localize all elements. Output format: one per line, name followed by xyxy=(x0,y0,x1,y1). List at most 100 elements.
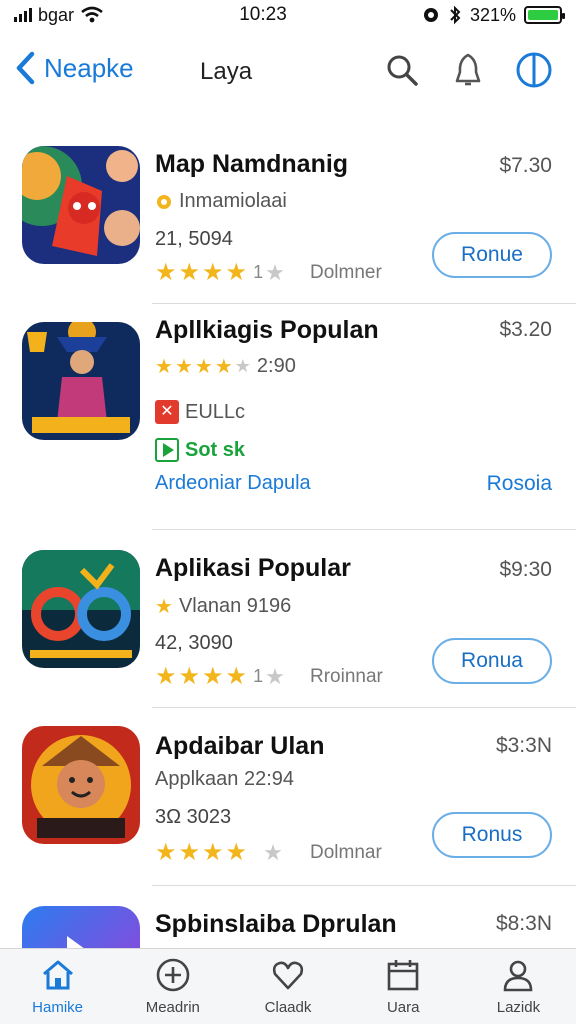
developer-link[interactable]: Ardeoniar Dapula xyxy=(155,472,311,495)
badge-red-label: EULLc xyxy=(185,400,246,423)
more-link[interactable]: Rosoia xyxy=(487,472,552,496)
star-icon: ★ xyxy=(155,259,177,286)
battery-percent: 321% xyxy=(469,4,516,25)
chevron-left-icon xyxy=(16,51,35,85)
calendar-icon xyxy=(387,960,419,991)
badge-green: Sot sk xyxy=(155,438,245,462)
app-author: Rroinnar xyxy=(310,666,383,687)
download-count: 21, 5094 xyxy=(155,228,233,250)
app-price: $7.30 xyxy=(499,154,552,177)
app-author: Dolmnar xyxy=(310,842,382,863)
get-button[interactable]: Ronue xyxy=(432,232,552,278)
notification-button[interactable] xyxy=(448,50,488,90)
app-icon-image xyxy=(22,146,140,264)
badge-green-label: Sot sk xyxy=(185,438,246,461)
tab-add-label: Meadrin xyxy=(145,999,200,1016)
star-icon: ★ xyxy=(202,259,224,286)
badge-red: ✕ EULLc xyxy=(155,400,245,424)
star-icon: ★ xyxy=(225,259,248,286)
home-icon xyxy=(42,960,73,990)
list-item[interactable]: Aplikasi Popular $9:30 ★ Vlanan 9196 42,… xyxy=(22,530,576,708)
star-rating: ★ ★ ★ ★ 1 ★ xyxy=(155,662,285,691)
tab-add[interactable]: Meadrin xyxy=(115,949,230,1024)
tab-profile[interactable]: Lazidk xyxy=(461,949,576,1024)
tab-home-label: Hamike xyxy=(32,999,84,1016)
list-item[interactable]: Apdaibar Ulan $3:3N Applkaan 22:94 3Ω 30… xyxy=(22,708,576,886)
alarm-icon xyxy=(423,8,438,22)
nav-bar: Neapke Laya xyxy=(0,40,576,102)
back-button[interactable]: Neapke xyxy=(14,50,134,86)
star-icon: ★ xyxy=(225,663,248,690)
star-icon: ★ xyxy=(225,839,248,866)
page-title: Laya xyxy=(200,58,253,85)
carrier-label: bgar xyxy=(38,4,75,25)
get-button[interactable]: Ronus xyxy=(432,812,552,858)
star-icon: ★ xyxy=(194,356,213,378)
star-icon: ★ xyxy=(155,663,177,690)
star-icon: ★ xyxy=(178,663,201,690)
rating-count: 1 xyxy=(253,666,264,686)
tab-favorites[interactable]: Claadk xyxy=(230,949,345,1024)
star-rating: ★ ★ ★ ★ ★ xyxy=(155,838,283,867)
signal-icon xyxy=(14,8,32,22)
app-title: Apdaibar Ulan xyxy=(155,732,325,760)
profile-button[interactable] xyxy=(514,50,554,90)
bluetooth-icon xyxy=(450,5,461,25)
nav-actions xyxy=(382,50,554,90)
star-empty-icon: ★ xyxy=(265,663,285,689)
download-count: 3Ω 3023 xyxy=(155,806,232,828)
app-subtitle-text: Inmamiolaai xyxy=(179,190,287,212)
star-icon: ★ xyxy=(214,356,233,378)
star-rating: ★ ★ ★ ★ ★ 2:90 xyxy=(155,354,296,379)
app-icon-image xyxy=(22,726,140,844)
status-bar: bgar 10:23 321% xyxy=(0,0,576,30)
tab-calendar[interactable]: Uara xyxy=(346,949,461,1024)
app-price: $3:3N xyxy=(495,734,552,757)
list-item[interactable]: Spbinslaiba Dprulan $8:3N xyxy=(22,886,576,948)
star-icon: ★ xyxy=(202,663,224,690)
app-subtitle-text: Vlanan 9196 xyxy=(178,595,292,617)
tab-profile-label: Lazidk xyxy=(496,999,541,1016)
status-right: 321% xyxy=(422,4,565,26)
app-subtitle: ★ Vlanan 9196 xyxy=(155,594,291,619)
wifi-icon xyxy=(81,6,103,23)
app-title: Aplikasi Popular xyxy=(155,554,351,582)
rating-value: 2:90 xyxy=(256,355,296,377)
list-item[interactable]: Map Namdnanig $7.30 Inmamiolaai 21, 5094… xyxy=(22,120,576,304)
star-empty-icon: ★ xyxy=(234,356,251,376)
person-icon xyxy=(504,960,533,992)
app-title: Spbinslaiba Dprulan xyxy=(155,910,397,938)
flag-icon: ✕ xyxy=(155,400,179,424)
download-count: 42, 3090 xyxy=(155,632,233,654)
tab-bar: Hamike Meadrin Claadk Uara Lazidk xyxy=(0,948,576,1024)
plus-circle-icon xyxy=(156,958,190,992)
list-item[interactable]: Apllkiagis Populan $3.20 ★ ★ ★ ★ ★ 2:90 ✕ E… xyxy=(22,304,576,530)
app-subtitle: Inmamiolaai xyxy=(155,190,287,213)
battery-icon xyxy=(524,6,565,24)
app-icon-image xyxy=(22,322,140,440)
app-price: $9:30 xyxy=(499,558,552,581)
status-time: 10:23 xyxy=(239,4,287,25)
search-icon xyxy=(387,55,418,86)
tab-home[interactable]: Hamike xyxy=(0,949,115,1024)
tab-favorites-label: Claadk xyxy=(264,999,312,1016)
get-button[interactable]: Ronua xyxy=(432,638,552,684)
app-icon-image xyxy=(22,906,140,948)
star-icon: ★ xyxy=(202,839,224,866)
app-author: Dolmner xyxy=(310,262,382,283)
app-subtitle: Applkaan 22:94 xyxy=(155,768,295,790)
search-button[interactable] xyxy=(382,50,422,90)
star-icon: ★ xyxy=(155,356,173,378)
star-rating: ★ ★ ★ ★ 1 ★ xyxy=(155,258,285,287)
app-list: Map Namdnanig $7.30 Inmamiolaai 21, 5094… xyxy=(0,120,576,948)
compass-icon xyxy=(516,52,552,88)
star-icon: ★ xyxy=(178,259,201,286)
star-empty-icon: ★ xyxy=(265,259,285,285)
award-icon xyxy=(157,194,171,209)
app-title: Map Namdnanig xyxy=(155,150,349,178)
star-icon: ★ xyxy=(155,596,173,618)
app-price: $8:3N xyxy=(495,912,552,935)
app-icon-image xyxy=(22,550,140,668)
play-icon xyxy=(155,438,179,462)
tab-calendar-label: Uara xyxy=(386,999,420,1016)
